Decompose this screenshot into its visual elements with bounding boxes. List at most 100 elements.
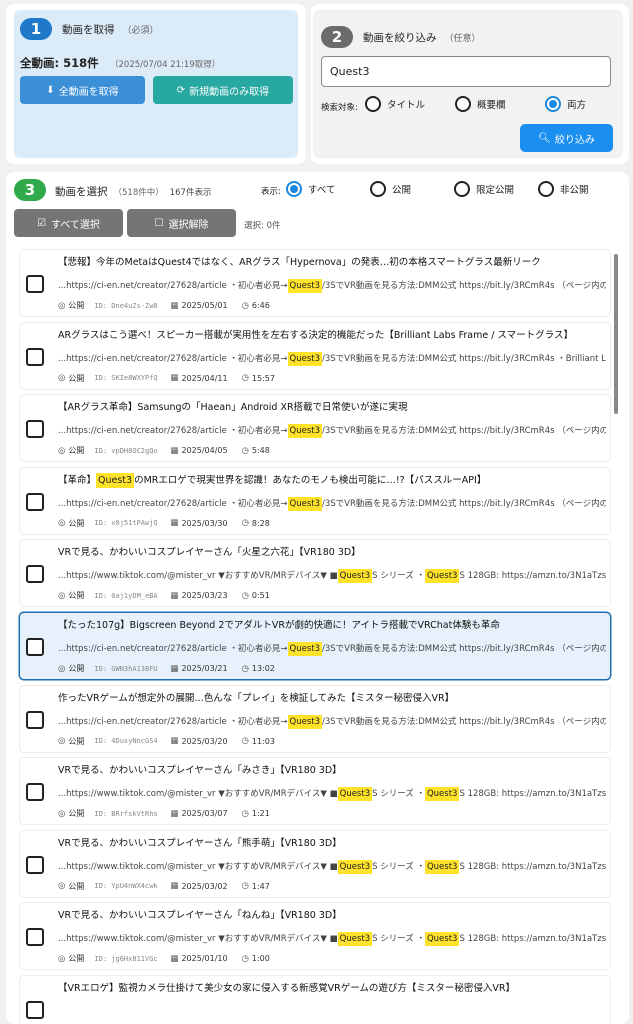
step1-title: 動画を取得 （必須）: [62, 22, 159, 37]
step2-title: 動画を絞り込み （任意）: [363, 30, 481, 45]
globe-icon: ◎: [58, 808, 66, 819]
video-id: ID: 4DusyNncGS4: [94, 737, 158, 746]
video-meta: ◎ 公開 ID: YpU4nWX4cwk ▦ 2025/03/02 ◷ 1:47: [58, 881, 270, 892]
title-highlight: Quest3: [96, 472, 135, 488]
radio-description[interactable]: [455, 96, 471, 112]
video-meta: ◎ 公開 ID: jg6Hx811VGc ▦ 2025/01/10 ◷ 1:00: [58, 953, 270, 964]
fetch-panel-body: 1 動画を取得 （必須） 全動画: 518件 （2025/07/04 21:19取…: [14, 10, 298, 158]
radio-visibility-all[interactable]: [286, 181, 302, 197]
video-date: 2025/05/01: [181, 301, 228, 310]
visibility-public-option[interactable]: 公開: [370, 181, 411, 197]
desc-highlight-2: Quest3: [424, 787, 460, 802]
target-description-label: 概要欄: [477, 100, 506, 111]
calendar-icon: ▦: [170, 590, 179, 601]
video-id: ID: GWN3hA138FU: [94, 664, 158, 673]
desc-highlight-2: Quest3: [424, 932, 460, 947]
video-meta: ◎ 公開 ID: SKIe8WXYPfQ ▦ 2025/04/11 ◷ 15:57: [58, 373, 275, 384]
download-icon: ⬇: [46, 84, 55, 96]
visibility-unlisted-option[interactable]: 限定公開: [454, 181, 514, 197]
video-row[interactable]: 作ったVRゲームが想定外の展開…色んな「プレイ」を検証してみた【ミスター秘密侵入…: [20, 685, 610, 752]
video-duration: 11:03: [251, 736, 275, 746]
video-row[interactable]: VRで見る、かわいいコスプレイヤーさん「火星之六花」【VR180 3D】 ...h…: [20, 540, 610, 607]
video-status: 公開: [68, 301, 85, 310]
video-duration: 1:21: [251, 809, 270, 819]
video-checkbox[interactable]: [26, 710, 44, 729]
video-checkbox[interactable]: [26, 1001, 44, 1019]
visibility-private-option[interactable]: 非公開: [538, 181, 589, 197]
video-title: 【悲報】今年のMetaはQuest4ではなく、ARグラス「Hypernova」の…: [58, 255, 606, 271]
title-text: 作ったVRゲームが想定外の展開…色んな「プレイ」を検証してみた【ミスター秘密侵入…: [58, 692, 455, 704]
video-date: 2025/03/02: [181, 881, 228, 891]
video-checkbox[interactable]: [26, 347, 44, 366]
radio-visibility-public[interactable]: [370, 181, 386, 197]
radio-visibility-unlisted[interactable]: [454, 181, 470, 197]
video-checkbox[interactable]: [26, 275, 44, 293]
clock-icon: ◷: [241, 518, 249, 529]
video-duration: 15:57: [251, 373, 275, 383]
deselect-label: 選択解除: [168, 219, 209, 231]
desc-highlight: Quest3: [287, 279, 322, 293]
refresh-icon: ⟳: [176, 84, 186, 96]
desc-text-mid: /3SでVR動画を見る方法:DMM公式 https://bit.ly/3RCmR…: [322, 281, 606, 291]
video-duration: 13:02: [251, 664, 275, 673]
fetch-new-button[interactable]: ⟳ 新規動画のみ取得: [153, 76, 293, 104]
video-checkbox[interactable]: [26, 928, 44, 947]
video-row[interactable]: VRで見る、かわいいコスプレイヤーさん「みさき」【VR180 3D】 ...htt…: [20, 758, 610, 825]
calendar-icon: ▦: [170, 881, 179, 892]
video-row[interactable]: 【悲報】今年のMetaはQuest4ではなく、ARグラス「Hypernova」の…: [20, 250, 610, 316]
video-checkbox[interactable]: [26, 565, 44, 584]
video-checkbox[interactable]: [26, 420, 44, 439]
select-all-button[interactable]: ☑ すべて選択: [14, 209, 123, 237]
video-row[interactable]: 【たった107g】Bigscreen Beyond 2でアダルトVRが劇的快適に…: [20, 613, 610, 679]
target-description-option[interactable]: 概要欄: [455, 96, 506, 112]
list-scrollbar-thumb[interactable]: [614, 254, 618, 414]
search-input[interactable]: [321, 56, 611, 87]
video-checkbox[interactable]: [26, 492, 44, 511]
filter-button[interactable]: 🔍︎ 絞り込み: [520, 124, 613, 152]
video-title: VRで見る、かわいいコスプレイヤーさん「ねんね」【VR180 3D】: [58, 908, 606, 924]
video-meta: ◎ 公開 ID: 0aj1yDM_eBA ▦ 2025/03/23 ◷ 0:51: [58, 590, 270, 601]
desc-text-after: S 128GB: https://amzn.to/3N1aTzs 最もお: [459, 571, 606, 582]
video-row[interactable]: VRで見る、かわいいコスプレイヤーさん「熊手萌」【VR180 3D】 ...htt…: [20, 830, 610, 897]
desc-text: ...https://ci-en.net/creator/27628/artic…: [58, 716, 288, 727]
desc-text-mid: /3SでVR動画を見る方法:DMM公式 https://bit.ly/3RCmR…: [322, 644, 606, 654]
visibility-all-label: すべて: [308, 185, 336, 196]
video-description: ...https://ci-en.net/creator/27628/artic…: [58, 276, 606, 296]
video-description: ...https://ci-en.net/creator/27628/artic…: [58, 712, 606, 732]
video-checkbox[interactable]: [26, 855, 44, 874]
fetch-all-button[interactable]: ⬇ 全動画を取得: [20, 76, 145, 104]
video-row[interactable]: VRで見る、かわいいコスプレイヤーさん「ねんね」【VR180 3D】 ...htt…: [20, 903, 610, 970]
video-duration: 6:46: [251, 301, 270, 310]
video-row[interactable]: 【革命】 Quest3 のMRエロゲで現実世界を認識！あなたのモノも検出可能に…!?…: [20, 467, 610, 534]
desc-text-mid: /3SでVR動画を見る方法:DMM公式 https://bit.ly/3RCmR…: [322, 426, 606, 437]
video-row[interactable]: ARグラスはこう選べ！スピーカー搭載が実用性を左右する決定的機能だった【Bril…: [20, 322, 610, 389]
video-status: 公開: [68, 373, 85, 383]
selected-count: 選択: 0件: [244, 221, 281, 231]
globe-icon: ◎: [58, 445, 66, 456]
video-row[interactable]: 【ARグラス革命】Samsungの「Haean」Android XR搭載で日常使…: [20, 395, 610, 462]
fetch-panel: 1 動画を取得 （必須） 全動画: 518件 （2025/07/04 21:19取…: [6, 4, 306, 164]
radio-both[interactable]: [545, 96, 561, 112]
step2-tag: （任意）: [444, 34, 481, 44]
target-title-option[interactable]: タイトル: [365, 96, 425, 112]
target-both-option[interactable]: 両方: [545, 96, 586, 112]
select-all-label: すべて選択: [51, 219, 100, 231]
video-date: 2025/04/11: [181, 373, 228, 383]
video-checkbox[interactable]: [26, 783, 44, 802]
video-list[interactable]: 【悲報】今年のMetaはQuest4ではなく、ARグラス「Hypernova」の…: [14, 246, 612, 1024]
step1-title-text: 動画を取得: [62, 24, 115, 36]
step2-title-text: 動画を絞り込み: [363, 32, 437, 44]
radio-visibility-private[interactable]: [538, 181, 554, 197]
list-scrollbar[interactable]: [614, 250, 618, 1024]
deselect-button[interactable]: ☐ 選択解除: [127, 209, 236, 237]
visibility-all-option[interactable]: すべて: [286, 181, 335, 197]
desc-text: ...https://www.tiktok.com/@mister_vr ▼おす…: [58, 861, 338, 872]
video-row[interactable]: 【VRエロゲ】監視カメラ仕掛けて美少女の家に侵入する新感覚VRゲームの遊び方【ミ…: [20, 976, 610, 1024]
video-description: ...https://ci-en.net/creator/27628/artic…: [58, 421, 606, 441]
clock-icon: ◷: [241, 808, 249, 819]
video-checkbox[interactable]: [26, 638, 44, 656]
display-count: 167件表示: [169, 187, 212, 198]
radio-title[interactable]: [365, 96, 381, 112]
desc-highlight-2: Quest3: [424, 859, 460, 874]
video-duration: 1:47: [251, 881, 270, 891]
